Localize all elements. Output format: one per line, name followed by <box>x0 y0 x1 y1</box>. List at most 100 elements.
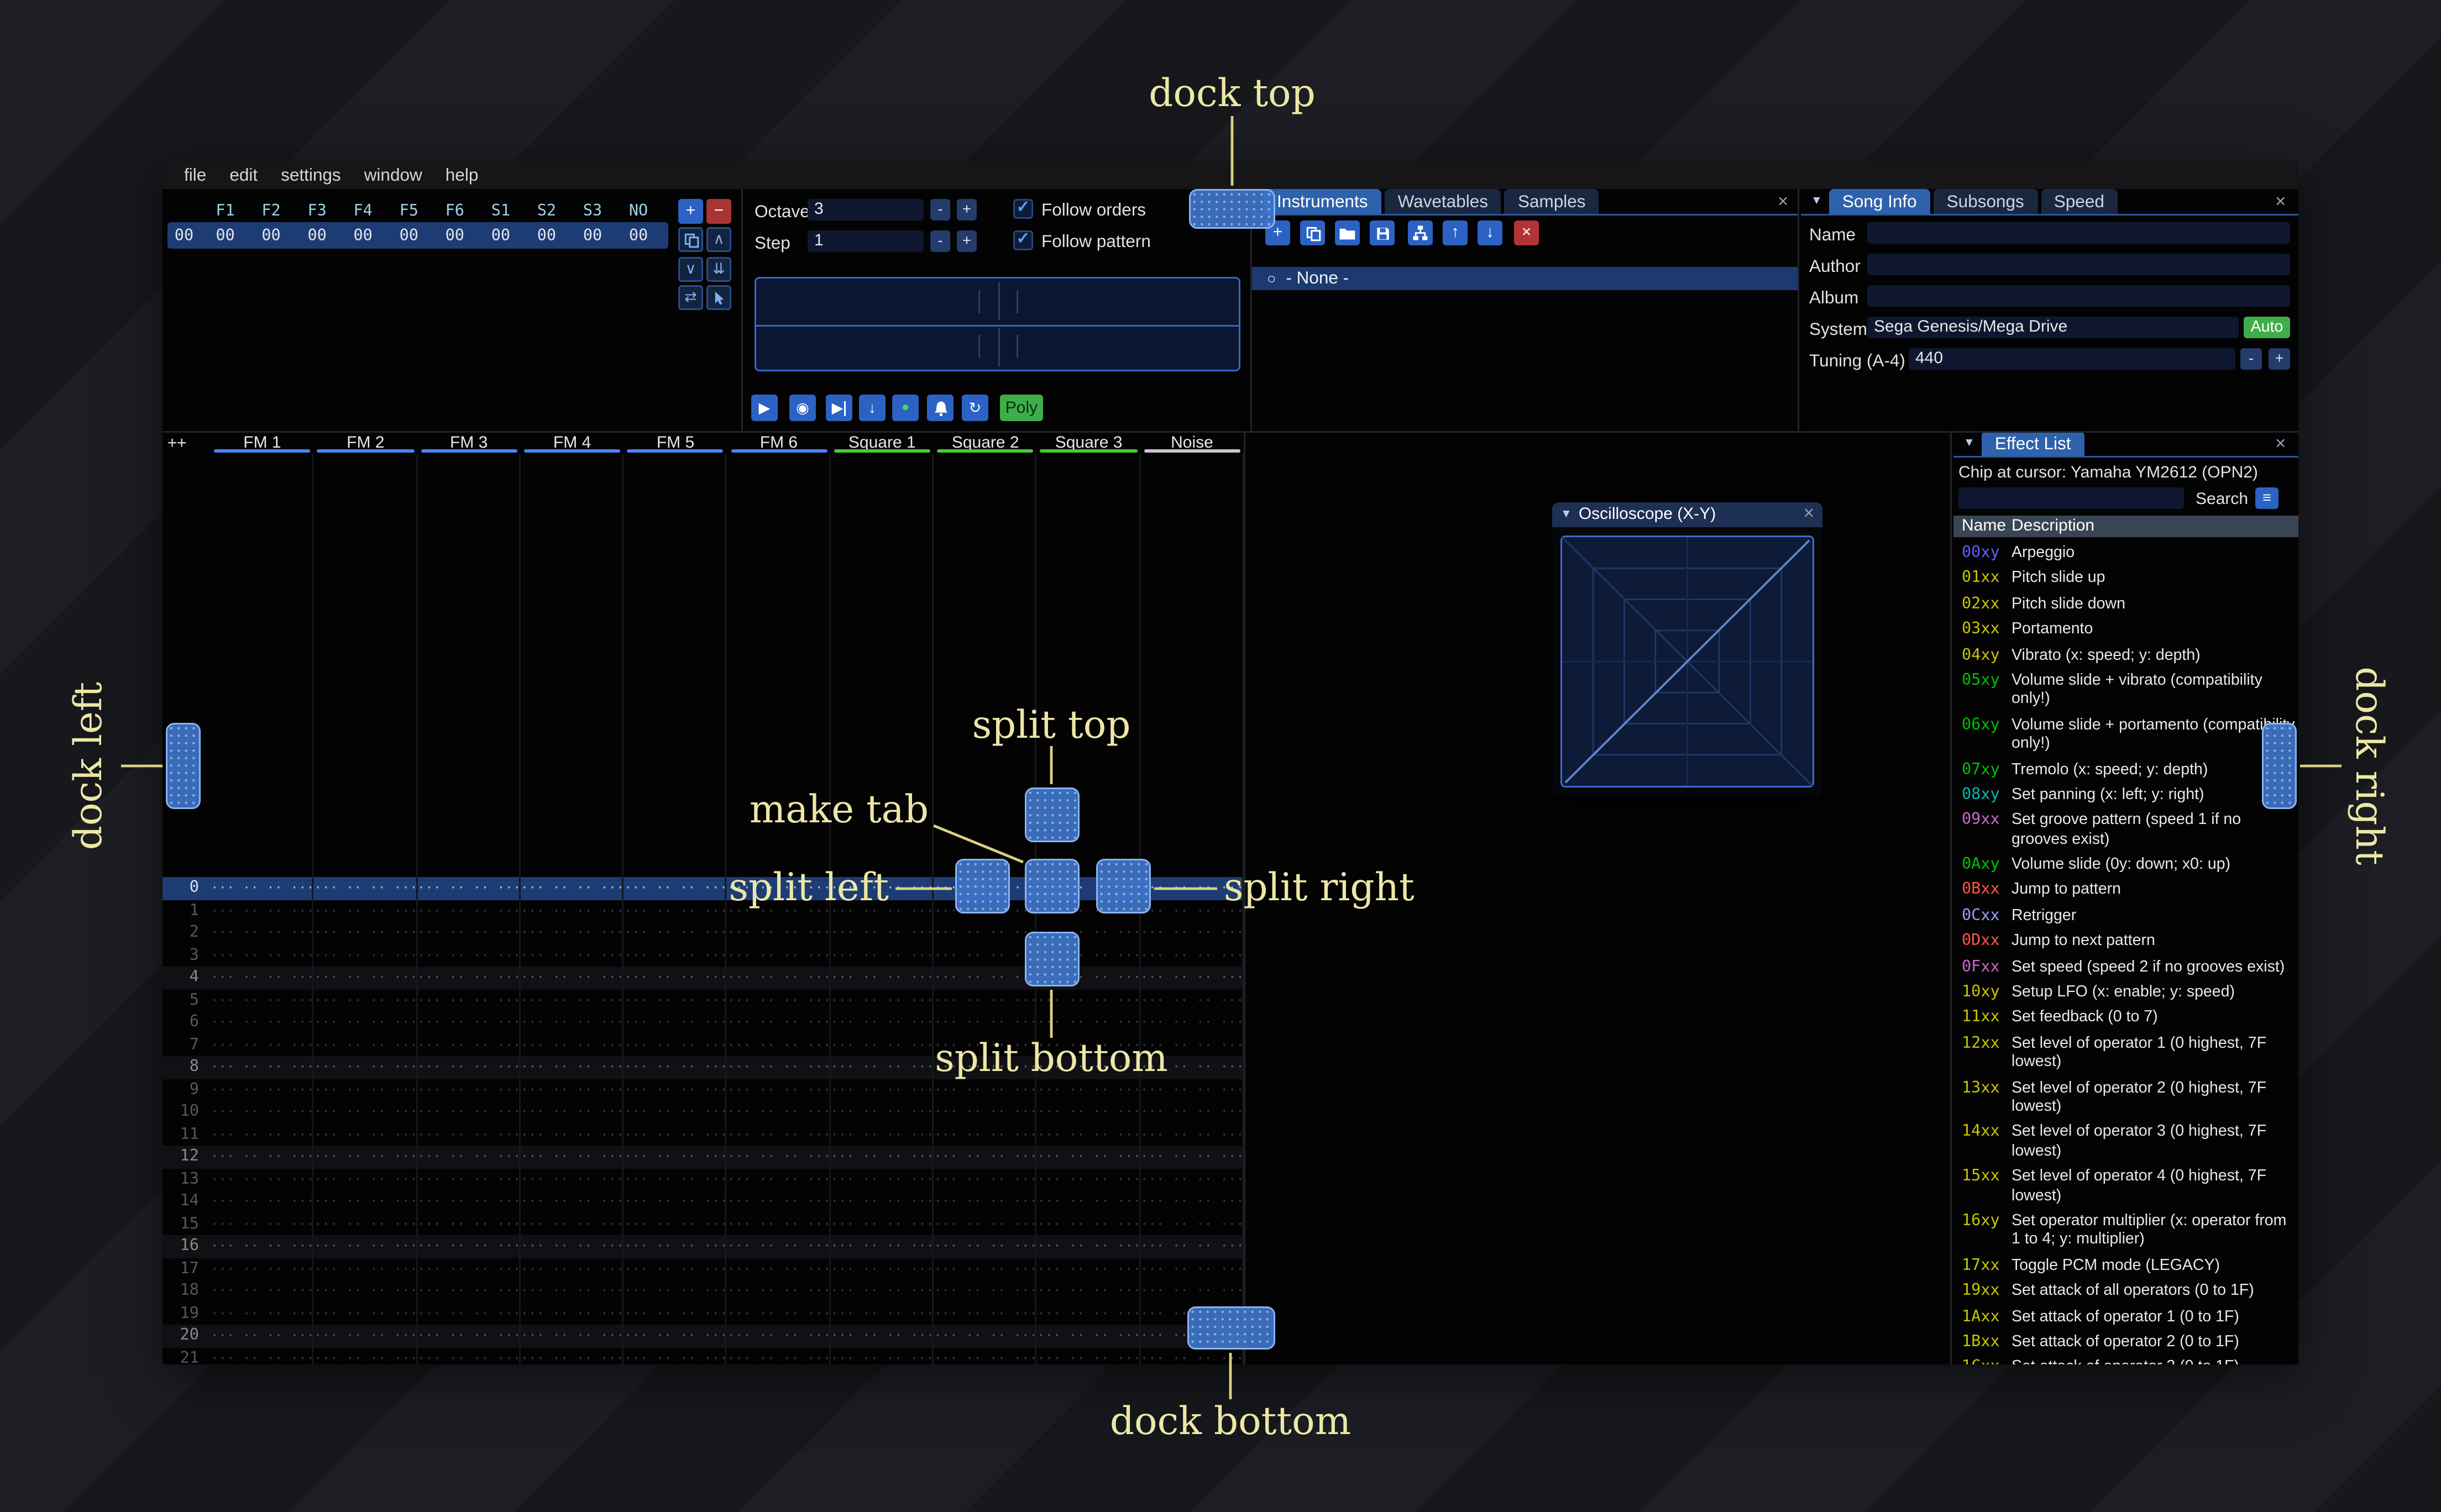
system-auto-button[interactable]: Auto <box>2244 317 2290 338</box>
poly-toggle-button[interactable]: Poly <box>1000 395 1043 421</box>
channel-header-fm-5[interactable]: FM 5 <box>624 431 727 454</box>
order-cell[interactable]: 00 <box>386 227 432 245</box>
play-pattern-button[interactable]: ◉ <box>789 395 816 421</box>
dock-target-split-bottom[interactable] <box>1025 932 1080 986</box>
order-cell[interactable]: 00 <box>523 227 569 245</box>
order-cell[interactable]: 00 <box>616 227 662 245</box>
channel-header-fm-6[interactable]: FM 6 <box>727 431 831 454</box>
oscilloscope-titlebar[interactable]: ▼ Oscilloscope (X-Y) × <box>1552 502 1822 527</box>
dock-target-make-tab[interactable] <box>1025 859 1080 914</box>
order-change-mode-button[interactable]: ⇄ <box>678 285 703 310</box>
tab-effect-list[interactable]: Effect List <box>1981 431 2084 456</box>
collapse-arrow-icon[interactable]: ▼ <box>1811 196 1822 207</box>
system-field[interactable]: Sega Genesis/Mega Drive <box>1867 317 2239 338</box>
effect-row-00xy[interactable]: 00xy Arpeggio <box>1953 540 2298 566</box>
effect-row-07xy[interactable]: 07xy Tremolo (x: speed; y: depth) <box>1953 757 2298 783</box>
dock-target-split-top[interactable] <box>1025 788 1080 842</box>
effect-row-1Bxx[interactable]: 1Bxx Set attack of operator 2 (0 to 1F) <box>1953 1330 2298 1355</box>
menu-item-edit[interactable]: edit <box>218 165 269 185</box>
effect-row-11xx[interactable]: 11xx Set feedback (0 to 7) <box>1953 1005 2298 1031</box>
order-cell[interactable]: 00 <box>432 227 478 245</box>
channel-header-fm-1[interactable]: FM 1 <box>211 431 314 454</box>
tab-subsongs[interactable]: Subsongs <box>1933 189 2037 214</box>
step-one-row-button[interactable]: ▶ <box>826 395 852 421</box>
album-field[interactable] <box>1867 285 2290 307</box>
pattern-expand-button[interactable]: ++ <box>167 434 186 453</box>
effect-search-menu-button[interactable]: ≡ <box>2255 487 2278 509</box>
instrument-list-item[interactable]: ○ - None - <box>1250 267 1798 290</box>
menu-item-settings[interactable]: settings <box>269 165 353 185</box>
tab-instruments[interactable]: Instruments <box>1264 189 1381 214</box>
effect-row-1Axx[interactable]: 1Axx Set attack of operator 1 (0 to 1F) <box>1953 1304 2298 1330</box>
dock-target-split-left[interactable] <box>955 859 1010 914</box>
effect-row-06xy[interactable]: 06xy Volume slide + portamento (compatibi… <box>1953 712 2298 757</box>
dock-target-bottom[interactable] <box>1187 1306 1275 1350</box>
menu-item-file[interactable]: file <box>172 165 218 185</box>
follow-orders-checkbox[interactable]: ✓ <box>1013 199 1033 219</box>
instrument-move-down-button[interactable]: ↓ <box>1478 221 1502 245</box>
order-cell[interactable]: 00 <box>202 227 248 245</box>
repeat-pattern-button[interactable]: ↻ <box>962 395 988 421</box>
instrument-duplicate-button[interactable] <box>1300 221 1325 245</box>
order-channel-f5[interactable]: F5 <box>386 202 432 220</box>
instrument-organize-button[interactable] <box>1408 221 1433 245</box>
order-remove-button[interactable]: − <box>706 199 731 224</box>
tuning-increase-button[interactable]: + <box>2269 348 2290 370</box>
effect-row-04xy[interactable]: 04xy Vibrato (x: speed; y: depth) <box>1953 643 2298 668</box>
follow-pattern-checkbox[interactable]: ✓ <box>1013 230 1033 250</box>
effect-search-input[interactable] <box>1958 487 2184 509</box>
instrument-open-button[interactable] <box>1335 221 1360 245</box>
collapse-arrow-icon[interactable]: ▼ <box>1560 509 1572 521</box>
tab-samples[interactable]: Samples <box>1504 189 1599 214</box>
order-cell[interactable]: 00 <box>294 227 340 245</box>
effect-row-09xx[interactable]: 09xx Set groove pattern (speed 1 if no gr… <box>1953 808 2298 852</box>
order-channel-f6[interactable]: F6 <box>432 202 478 220</box>
effect-row-16xy[interactable]: 16xy Set operator multiplier (x: operator… <box>1953 1209 2298 1253</box>
effect-row-0Fxx[interactable]: 0Fxx Set speed (speed 2 if no grooves exi… <box>1953 954 2298 980</box>
effect-row-02xx[interactable]: 02xx Pitch slide down <box>1953 591 2298 617</box>
play-button[interactable]: ▶ <box>751 395 778 421</box>
order-cell[interactable]: 00 <box>340 227 386 245</box>
octave-decrease-button[interactable]: - <box>930 199 950 221</box>
effect-row-10xy[interactable]: 10xy Setup LFO (x: enable; y: speed) <box>1953 980 2298 1005</box>
dock-target-split-right[interactable] <box>1096 859 1151 914</box>
step-increase-button[interactable]: + <box>957 230 977 252</box>
channel-header-fm-4[interactable]: FM 4 <box>521 431 624 454</box>
effect-row-17xx[interactable]: 17xx Toggle PCM mode (LEGACY) <box>1953 1253 2298 1278</box>
effect-row-03xx[interactable]: 03xx Portamento <box>1953 617 2298 643</box>
tab-song-info[interactable]: Song Info <box>1829 189 1930 214</box>
oscilloscope-close-icon[interactable]: × <box>1804 505 1814 524</box>
order-move-down-button[interactable]: ∨ <box>678 257 703 282</box>
octave-increase-button[interactable]: + <box>957 199 977 221</box>
order-channel-f1[interactable]: F1 <box>202 202 248 220</box>
tab-wavetables[interactable]: Wavetables <box>1384 189 1501 214</box>
edit-record-button[interactable]: ● <box>892 395 919 421</box>
octave-input[interactable]: 3 <box>808 199 924 221</box>
effect-row-12xx[interactable]: 12xx Set level of operator 1 (0 highest, … <box>1953 1031 2298 1075</box>
step-decrease-button[interactable]: - <box>930 230 950 252</box>
order-channel-no[interactable]: NO <box>616 202 662 220</box>
order-channel-f2[interactable]: F2 <box>248 202 294 220</box>
channel-header-fm-2[interactable]: FM 2 <box>314 431 417 454</box>
menu-item-help[interactable]: help <box>434 165 490 185</box>
move-cursor-down-button[interactable]: ↓ <box>859 395 886 421</box>
channel-header-fm-3[interactable]: FM 3 <box>417 431 521 454</box>
effectlist-close-icon[interactable]: × <box>2275 435 2286 454</box>
effect-row-0Bxx[interactable]: 0Bxx Jump to pattern <box>1953 878 2298 903</box>
menu-item-window[interactable]: window <box>353 165 434 185</box>
channel-header-square-1[interactable]: Square 1 <box>830 431 934 454</box>
author-field[interactable] <box>1867 254 2290 275</box>
effect-row-05xy[interactable]: 05xy Volume slide + vibrato (compatibilit… <box>1953 668 2298 712</box>
order-channel-s3[interactable]: S3 <box>570 202 616 220</box>
order-channel-s2[interactable]: S2 <box>523 202 569 220</box>
step-input[interactable]: 1 <box>808 230 924 252</box>
channel-header-square-2[interactable]: Square 2 <box>934 431 1037 454</box>
effect-row-14xx[interactable]: 14xx Set level of operator 3 (0 highest, … <box>1953 1120 2298 1164</box>
order-cell[interactable]: 00 <box>478 227 523 245</box>
effect-row-01xx[interactable]: 01xx Pitch slide up <box>1953 566 2298 591</box>
effect-name-column[interactable]: Name <box>1953 517 2012 536</box>
songinfo-close-icon[interactable]: × <box>2275 193 2286 212</box>
dock-target-top[interactable] <box>1189 189 1275 229</box>
effect-row-13xx[interactable]: 13xx Set level of operator 2 (0 highest, … <box>1953 1075 2298 1120</box>
instrument-save-button[interactable] <box>1370 221 1395 245</box>
